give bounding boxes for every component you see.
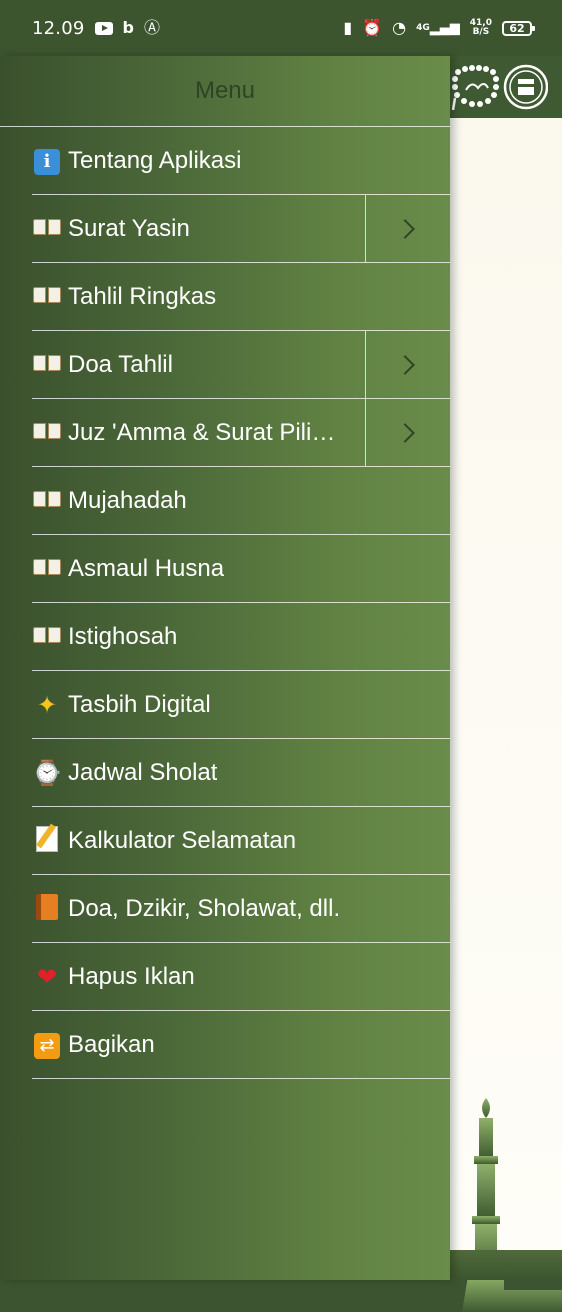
net-speed: 41,0 B/S	[469, 18, 492, 37]
menu-item-label: Doa, Dzikir, Sholawat, dll.	[68, 894, 341, 922]
open-book-icon	[32, 217, 62, 241]
menu-item-doa-dzikir-sholawat[interactable]: Doa, Dzikir, Sholawat, dll.	[32, 875, 450, 943]
menu-item-istighosah[interactable]: Istighosah	[32, 603, 450, 671]
menu-item-label: Mujahadah	[68, 486, 187, 514]
menu-item-tahlil-ringkas[interactable]: Tahlil Ringkas	[32, 263, 450, 331]
open-book-icon	[32, 625, 62, 649]
vibrate-icon: ▮	[343, 18, 353, 37]
menu-item-label: Juz 'Amma & Surat Pili…	[68, 418, 336, 446]
bing-notification-icon: b	[122, 18, 134, 37]
menu-item-label: Hapus Iklan	[68, 962, 195, 990]
youtube-notification-icon	[94, 21, 113, 35]
open-book-icon	[32, 285, 62, 309]
info-icon: i	[32, 147, 62, 175]
menu-item-label: Doa Tahlil	[68, 350, 173, 378]
menu-item-doa-tahlil[interactable]: Doa Tahlil	[32, 331, 450, 399]
expand-doa-tahlil-button[interactable]	[365, 331, 450, 398]
memo-icon	[32, 825, 62, 856]
menu-item-tasbih-digital[interactable]: ✦ Tasbih Digital	[32, 671, 450, 739]
menu-item-surat-yasin[interactable]: Surat Yasin	[32, 195, 450, 263]
drawer-title: Menu	[194, 77, 256, 104]
navigation-drawer: Menu i Tentang Aplikasi Surat Yasin Tahl…	[0, 56, 450, 1280]
chevron-right-icon	[395, 354, 415, 375]
alarm-icon: ⏰	[362, 18, 383, 37]
menu-item-label: Kalkulator Selamatan	[68, 826, 297, 854]
menu-item-label: Tentang Aplikasi	[68, 146, 242, 174]
drawer-menu: i Tentang Aplikasi Surat Yasin Tahlil Ri…	[0, 127, 450, 1079]
menu-item-label: Istighosah	[68, 622, 178, 650]
shuffle-icon: ⇄	[32, 1031, 62, 1059]
menu-item-jadwal-sholat[interactable]: ⌚ Jadwal Sholat	[32, 739, 450, 807]
heart-icon: ❤	[36, 962, 58, 991]
menu-item-label: Asmaul Husna	[68, 554, 225, 582]
menu-item-label: Tasbih Digital	[68, 690, 211, 718]
wifi-icon: ◔	[392, 18, 407, 37]
expand-juz-amma-button[interactable]	[365, 399, 450, 466]
open-book-icon	[32, 421, 62, 445]
dizzy-star-icon: ✦	[36, 690, 58, 719]
expand-surat-yasin-button[interactable]	[365, 195, 450, 262]
menu-item-kalkulator-selamatan[interactable]: Kalkulator Selamatan	[32, 807, 450, 875]
menu-item-mujahadah[interactable]: Mujahadah	[32, 467, 450, 535]
status-time: 12.09	[32, 17, 85, 39]
menu-item-asmaul-husna[interactable]: Asmaul Husna	[32, 535, 450, 603]
menu-item-bagikan[interactable]: ⇄ Bagikan	[32, 1011, 450, 1079]
status-bar: 12.09 b Ⓐ ▮ ⏰ ◔ 4G ▂▄▆ 41,0 B/S 62	[0, 0, 562, 56]
menu-item-label: Tahlil Ringkas	[68, 282, 217, 310]
battery-indicator: 62	[502, 20, 535, 36]
chevron-right-icon	[395, 422, 415, 443]
menu-item-hapus-iklan[interactable]: ❤ Hapus Iklan	[32, 943, 450, 1011]
drawer-header: Menu	[0, 56, 450, 127]
menu-item-label: Surat Yasin	[68, 214, 190, 242]
open-book-icon	[32, 353, 62, 377]
menu-item-tentang-aplikasi[interactable]: i Tentang Aplikasi	[32, 127, 450, 195]
app-logo-icon[interactable]	[452, 64, 548, 110]
orange-book-icon	[32, 893, 62, 924]
menu-item-label: Jadwal Sholat	[68, 758, 218, 786]
watch-icon: ⌚	[32, 758, 62, 787]
accessibility-notification-icon: Ⓐ	[143, 18, 160, 37]
menu-item-label: Bagikan	[68, 1030, 155, 1058]
menu-item-juz-amma[interactable]: Juz 'Amma & Surat Pili…	[32, 399, 450, 467]
cell-signal-icon: 4G ▂▄▆	[416, 20, 460, 36]
open-book-icon	[32, 489, 62, 513]
open-book-icon	[32, 557, 62, 581]
chevron-right-icon	[395, 218, 415, 239]
